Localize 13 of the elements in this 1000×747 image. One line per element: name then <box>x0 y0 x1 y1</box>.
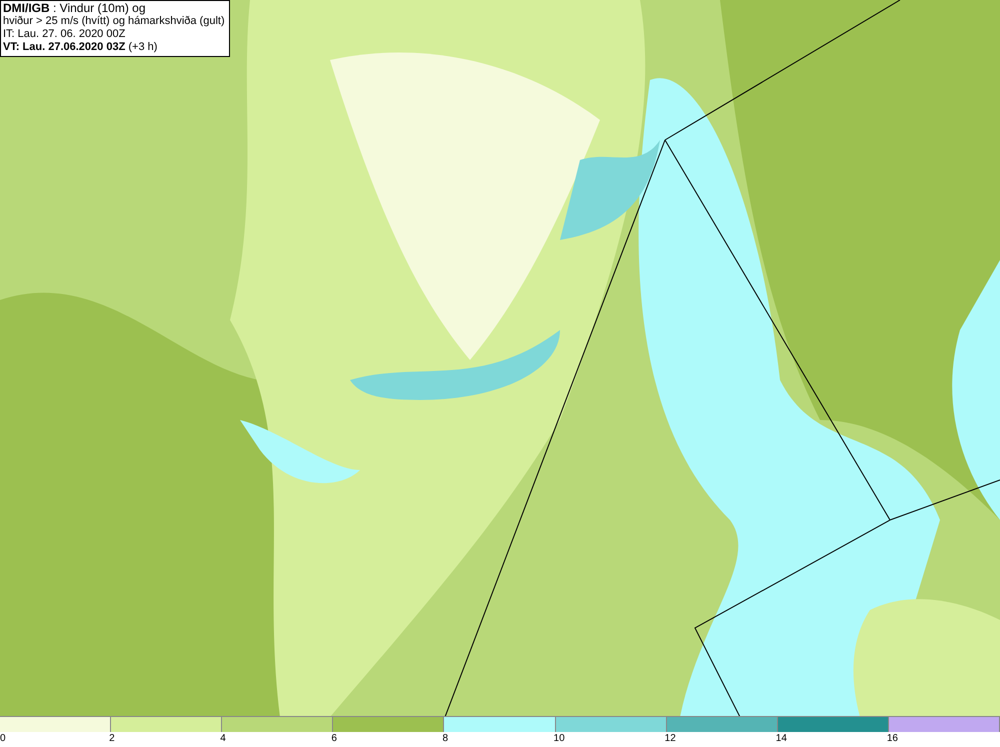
legend-label: 8 <box>442 732 448 746</box>
legend-label: 10 <box>554 732 565 746</box>
title-text: DMI/IGB : Vindur (10m) og <box>3 2 146 15</box>
title-text: VT: Lau. 27.06.2020 03Z (+3 h) <box>3 41 158 54</box>
legend-label: 12 <box>664 732 676 746</box>
title-text: IT: Lau. 27. 06. 2020 00Z <box>3 28 126 41</box>
legend-label: 0 <box>0 732 6 746</box>
legend-label: 6 <box>331 732 337 746</box>
legend-label: 4 <box>220 732 226 746</box>
legend-label: 16 <box>886 732 898 746</box>
legend-label: 14 <box>776 732 787 746</box>
legend-label: 2 <box>109 732 115 746</box>
title-text: hviður > 25 m/s (hvítt) og hámarkshviða (gult) <box>3 15 225 28</box>
